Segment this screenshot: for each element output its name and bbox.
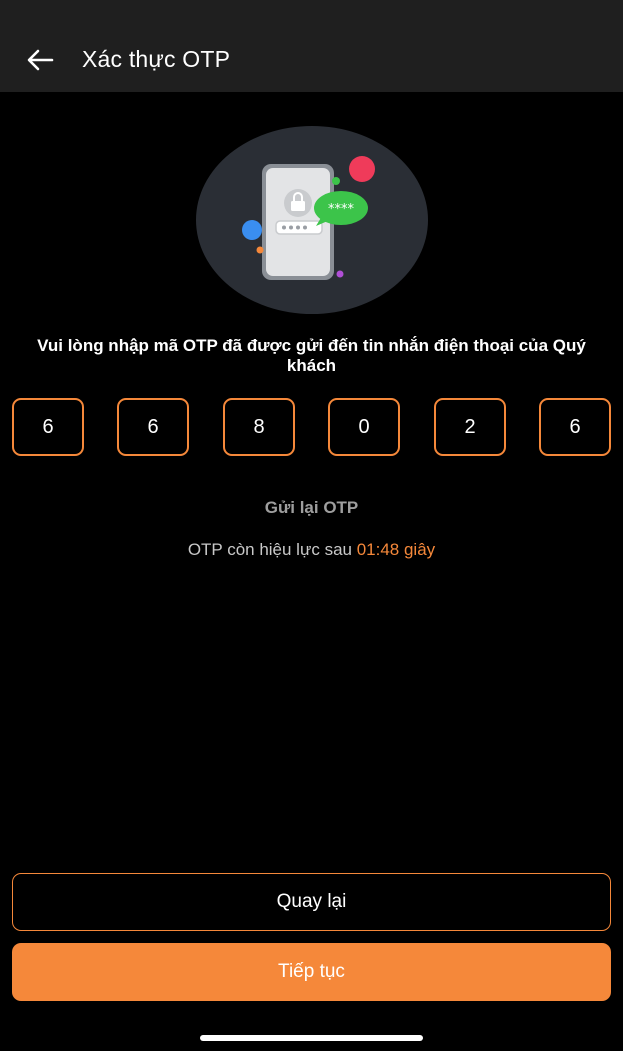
otp-digit-5[interactable]: 2 [434,398,506,456]
otp-digit-4[interactable]: 0 [328,398,400,456]
resend-otp-link[interactable]: Gửi lại OTP [0,498,623,518]
otp-digit-2[interactable]: 6 [117,398,189,456]
continue-button[interactable]: Tiếp tục [12,943,611,1001]
home-indicator[interactable] [200,1035,423,1041]
otp-digit-6[interactable]: 6 [539,398,611,456]
svg-text:****: **** [328,202,355,217]
otp-screen: Xác thực OTP **** Vui lòng nhập mã OTP đ… [0,0,623,1051]
countdown-timer: 01:48 giây [356,540,436,559]
page-title: Xác thực OTP [82,46,231,72]
back-action-button[interactable]: Quay lại [12,873,611,931]
otp-digit-1[interactable]: 6 [12,398,84,456]
phone-otp-illustration: **** [196,126,428,314]
app-bar: Xác thực OTP [0,0,623,92]
arrow-left-icon [27,49,54,71]
otp-digit-3[interactable]: 8 [223,398,295,456]
otp-input-group: 6 6 8 0 2 6 [12,398,612,456]
otp-instruction: Vui lòng nhập mã OTP đã được gửi đến tin… [37,336,586,375]
validity-prefix: OTP còn hiệu lực sau [187,540,357,559]
otp-validity-text: OTP còn hiệu lực sau 01:48 giây [0,540,623,560]
back-button[interactable] [22,42,58,78]
